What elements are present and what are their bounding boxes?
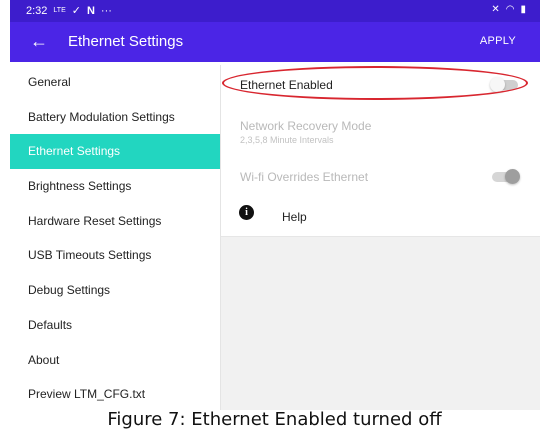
sidebar-item-hardware-reset[interactable]: Hardware Reset Settings bbox=[10, 204, 220, 239]
status-left: 2:32 LTE ✓ N ··· bbox=[26, 4, 112, 18]
ethernet-enabled-row[interactable]: Ethernet Enabled bbox=[221, 65, 540, 104]
page-title: Ethernet Settings bbox=[68, 33, 184, 50]
status-dots: ··· bbox=[100, 4, 112, 17]
wifi-icon: ◠ bbox=[505, 4, 515, 15]
status-right: ✕ ◠ ▮ bbox=[491, 4, 526, 15]
battery-icon: ▮ bbox=[520, 4, 526, 15]
sidebar-item-about[interactable]: About bbox=[10, 343, 220, 378]
network-recovery-row[interactable]: Network Recovery Mode 2,3,5,8 Minute Int… bbox=[221, 103, 540, 157]
status-time: 2:32 bbox=[26, 4, 48, 17]
network-recovery-sublabel: 2,3,5,8 Minute Intervals bbox=[240, 135, 334, 145]
wifi-overrides-row[interactable]: Wi-fi Overrides Ethernet bbox=[221, 156, 540, 197]
apply-button[interactable]: APPLY bbox=[480, 35, 516, 47]
status-network: LTE bbox=[53, 7, 66, 14]
sidebar-item-preview-cfg[interactable]: Preview LTM_CFG.txt bbox=[10, 377, 220, 412]
help-label: Help bbox=[282, 210, 307, 224]
settings-panel: Ethernet Enabled Network Recovery Mode 2… bbox=[221, 65, 540, 410]
notification-n-icon: N bbox=[86, 4, 95, 17]
figure-caption: Figure 7: Ethernet Enabled turned off bbox=[107, 409, 442, 430]
sidebar-item-ethernet[interactable]: Ethernet Settings bbox=[10, 134, 220, 170]
wifi-overrides-label: Wi-fi Overrides Ethernet bbox=[240, 170, 369, 184]
status-bar: 2:32 LTE ✓ N ··· ✕ ◠ ▮ bbox=[10, 0, 540, 22]
network-recovery-label: Network Recovery Mode bbox=[240, 119, 372, 133]
help-row[interactable]: i Help bbox=[221, 196, 540, 237]
sidebar-item-general[interactable]: General bbox=[10, 65, 220, 100]
sidebar-item-brightness[interactable]: Brightness Settings bbox=[10, 169, 220, 204]
check-icon: ✓ bbox=[71, 5, 81, 17]
sidebar-item-usb-timeouts[interactable]: USB Timeouts Settings bbox=[10, 238, 220, 273]
mute-icon: ✕ bbox=[491, 4, 500, 15]
sidebar-item-debug[interactable]: Debug Settings bbox=[10, 273, 220, 308]
sidebar: General Battery Modulation Settings Ethe… bbox=[10, 65, 221, 410]
ethernet-enabled-label: Ethernet Enabled bbox=[240, 78, 333, 92]
back-arrow-icon[interactable]: ← bbox=[30, 30, 48, 52]
wifi-overrides-toggle[interactable] bbox=[492, 169, 520, 184]
sidebar-item-defaults[interactable]: Defaults bbox=[10, 308, 220, 343]
app-bar: ← Ethernet Settings APPLY bbox=[10, 22, 540, 62]
toggle-thumb bbox=[505, 169, 520, 184]
sidebar-item-battery-modulation[interactable]: Battery Modulation Settings bbox=[10, 100, 220, 135]
ethernet-enabled-toggle[interactable] bbox=[490, 77, 518, 92]
toggle-thumb bbox=[490, 77, 505, 92]
info-icon: i bbox=[239, 205, 254, 220]
